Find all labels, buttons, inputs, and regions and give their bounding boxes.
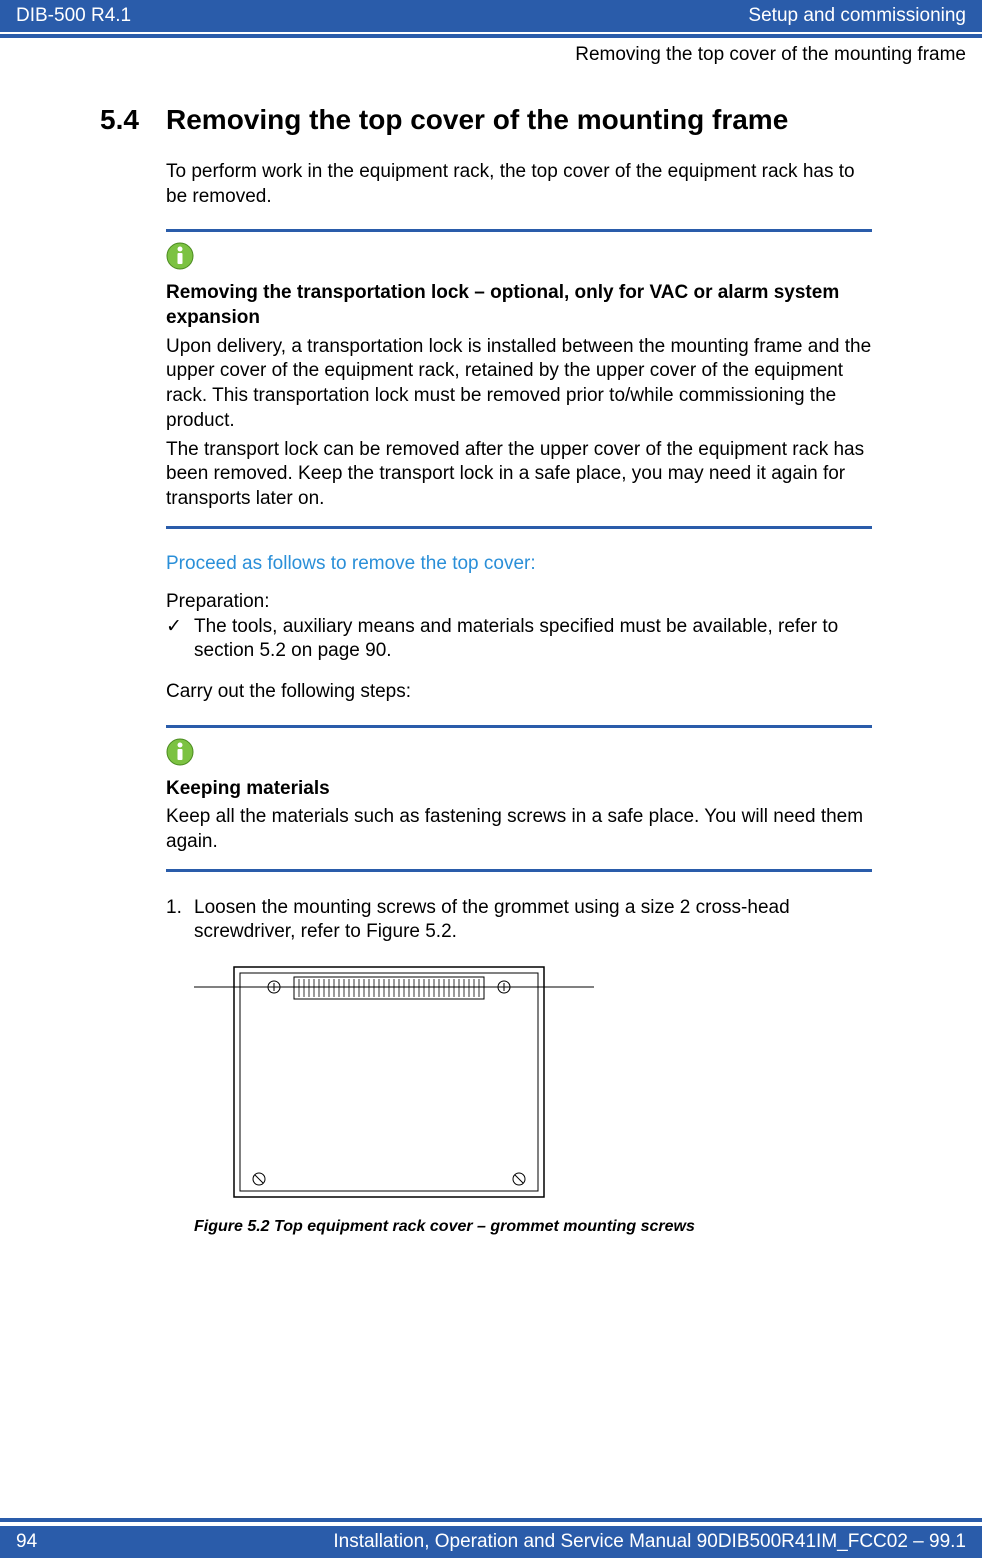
intro-paragraph: To perform work in the equipment rack, t… (166, 160, 872, 209)
figure-caption: Figure 5.2 Top equipment rack cover – gr… (194, 1218, 872, 1236)
section-number: 5.4 (100, 104, 166, 136)
figure-svg (194, 957, 594, 1207)
note2-p1: Keep all the materials such as fastening… (166, 805, 872, 854)
footer-text: Installation, Operation and Service Manu… (333, 1531, 966, 1553)
note2-rule-bottom (166, 869, 872, 872)
carry-out-label: Carry out the following steps: (166, 680, 872, 705)
sub-header: Removing the top cover of the mounting f… (0, 38, 982, 66)
info-icon (166, 242, 194, 270)
section-heading: 5.4 Removing the top cover of the mounti… (100, 104, 872, 136)
step-1-text: Loosen the mounting screws of the gromme… (194, 896, 872, 945)
header-bar: DIB-500 R4.1 Setup and commissioning (0, 0, 982, 32)
prep-item-row: ✓ The tools, auxiliary means and materia… (166, 615, 872, 664)
section-title: Removing the top cover of the mounting f… (166, 104, 788, 136)
prep-item-text: The tools, auxiliary means and materials… (194, 615, 872, 664)
preparation-block: Preparation: ✓ The tools, auxiliary mean… (166, 591, 872, 664)
note1-p1: Upon delivery, a transportation lock is … (166, 335, 872, 434)
note1-p2: The transport lock can be removed after … (166, 438, 872, 512)
step-1: 1. Loosen the mounting screws of the gro… (166, 896, 872, 945)
info-icon (166, 738, 194, 766)
footer-bar: 94 Installation, Operation and Service M… (0, 1526, 982, 1558)
note-rule-bottom (166, 526, 872, 529)
note-transport-lock: Removing the transportation lock – optio… (166, 229, 872, 528)
page-number: 94 (16, 1531, 37, 1553)
note2-rule-top (166, 725, 872, 728)
page: DIB-500 R4.1 Setup and commissioning Rem… (0, 0, 982, 1558)
header-left: DIB-500 R4.1 (16, 5, 131, 27)
footer-overline (0, 1518, 982, 1522)
note-keeping-materials: Keeping materials Keep all the materials… (166, 725, 872, 872)
check-icon: ✓ (166, 615, 194, 664)
procedure-heading: Proceed as follows to remove the top cov… (166, 553, 872, 575)
note-rule-top (166, 229, 872, 232)
header-right: Setup and commissioning (748, 5, 966, 27)
step-1-number: 1. (166, 896, 194, 945)
note1-heading: Removing the transportation lock – optio… (166, 281, 872, 330)
figure-5-2 (194, 957, 872, 1212)
note2-heading: Keeping materials (166, 777, 872, 802)
preparation-label: Preparation: (166, 591, 872, 613)
content-area: 5.4 Removing the top cover of the mounti… (0, 66, 982, 1236)
